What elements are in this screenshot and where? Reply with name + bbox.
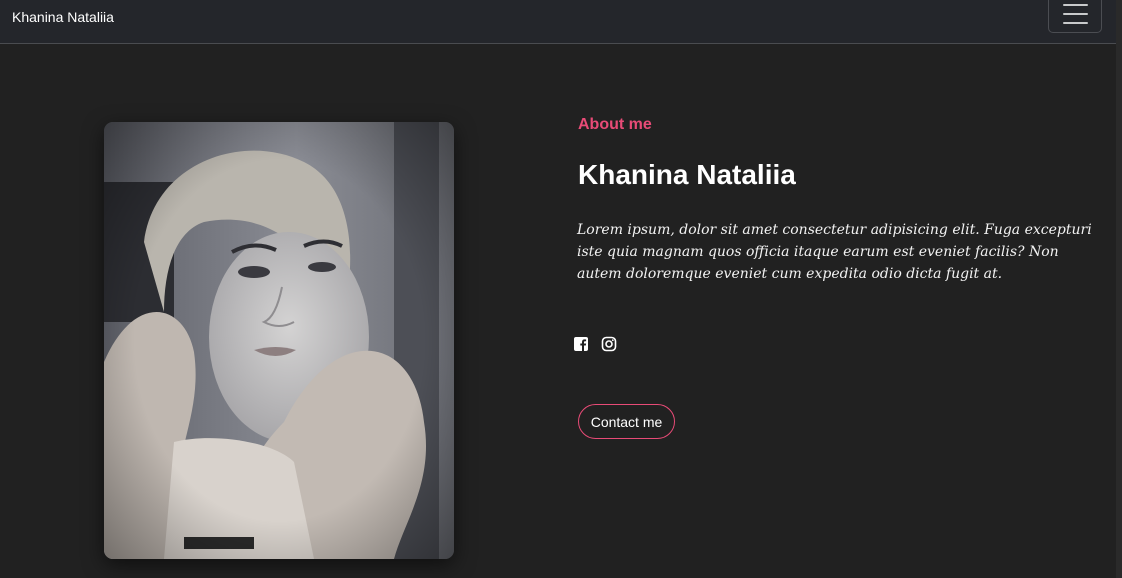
section-eyebrow: About me [578,116,652,133]
navbar-toggler-button[interactable] [1048,0,1102,33]
social-links [573,336,617,352]
profile-bio: Lorem ipsum, dolor sit amet consectetur … [577,222,1092,282]
profile-name: Khanina Nataliia [578,159,796,190]
instagram-link[interactable] [601,336,617,352]
profile-photo [104,122,454,559]
brand-link[interactable]: Khanina Nataliia [12,8,114,26]
facebook-link[interactable] [573,336,589,352]
scrollbar-track [1116,0,1122,578]
instagram-icon [601,336,617,352]
contact-me-button[interactable]: Contact me [578,404,675,439]
hamburger-menu-icon [1062,0,1088,27]
navbar: Khanina Nataliia [0,0,1116,44]
facebook-icon [574,337,588,351]
